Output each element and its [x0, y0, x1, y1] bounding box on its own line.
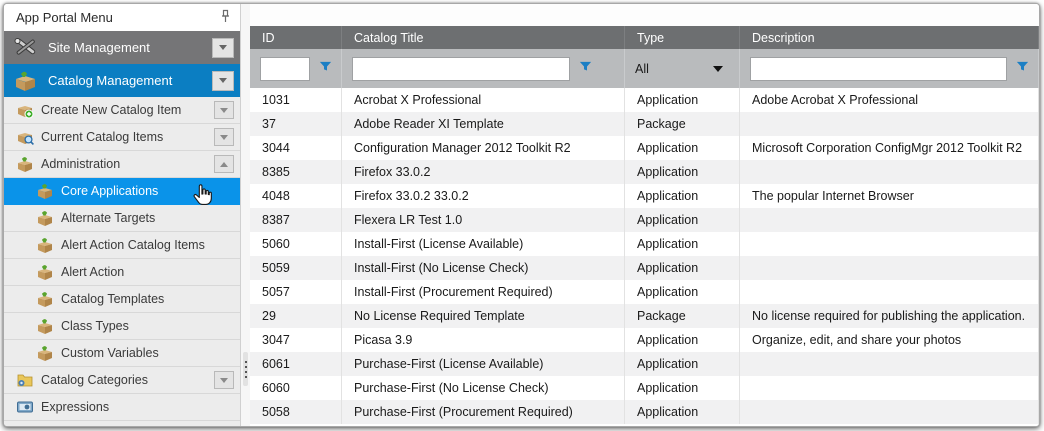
- chevron-down-button[interactable]: [214, 128, 234, 146]
- sidebar-item-label: Custom Variables: [61, 346, 159, 360]
- sidebar-item-workflows[interactable]: Workflows: [4, 421, 240, 427]
- sidebar-item-label: Alert Action: [61, 265, 124, 279]
- table-row[interactable]: 6060Purchase-First (No License Check) Ap…: [250, 376, 1039, 400]
- box-search-icon: [16, 128, 34, 146]
- box-arrow-icon: [16, 155, 34, 173]
- table-top-strip: [250, 4, 1039, 26]
- column-header-description[interactable]: Description: [740, 26, 1039, 49]
- table-header-row: ID Catalog Title Type Description: [250, 26, 1039, 49]
- funnel-icon[interactable]: [1015, 59, 1030, 79]
- column-header-catalog-title[interactable]: Catalog Title: [342, 26, 625, 49]
- sidebar-item-catalog-management[interactable]: Catalog Management: [4, 64, 240, 97]
- type-filter-cell: All: [625, 49, 740, 88]
- table-row[interactable]: 5057Install-First (Procurement Required)…: [250, 280, 1039, 304]
- table-row[interactable]: 5060Install-First (License Available) Ap…: [250, 232, 1039, 256]
- sidebar-item-expressions[interactable]: Expressions: [4, 394, 240, 421]
- box-arrow-icon: [36, 236, 54, 254]
- table-row[interactable]: 5059Install-First (No License Check) App…: [250, 256, 1039, 280]
- type-filter-dropdown[interactable]: All: [635, 62, 731, 76]
- funnel-icon[interactable]: [578, 59, 593, 79]
- sidebar-item-label: Create New Catalog Item: [41, 103, 181, 117]
- table-row[interactable]: 37Adobe Reader XI Template Package: [250, 112, 1039, 136]
- chevron-up-button[interactable]: [214, 155, 234, 173]
- box-arrow-icon: [36, 344, 54, 362]
- table-body: 1031Acrobat X Professional ApplicationAd…: [250, 88, 1039, 426]
- table-row[interactable]: 6061Purchase-First (License Available) A…: [250, 352, 1039, 376]
- table-row[interactable]: 8385Firefox 33.0.2 Application: [250, 160, 1039, 184]
- description-filter-input[interactable]: [750, 57, 1007, 81]
- sidebar-item-label: Expressions: [41, 400, 109, 414]
- id-filter-cell: [250, 49, 342, 88]
- sidebar-item-label: Catalog Templates: [61, 292, 164, 306]
- splitter-grip-icon[interactable]: [243, 352, 248, 386]
- description-filter-cell: [740, 49, 1039, 88]
- sidebar-item-custom-variables[interactable]: Custom Variables: [4, 340, 240, 367]
- sidebar-item-label: Alternate Targets: [61, 211, 155, 225]
- funnel-icon[interactable]: [318, 59, 333, 79]
- sidebar-title-bar: App Portal Menu: [4, 4, 240, 31]
- app-portal-window: App Portal Menu Site Management: [3, 3, 1040, 427]
- column-header-type[interactable]: Type: [625, 26, 740, 49]
- sidebar-item-administration[interactable]: Administration: [4, 151, 240, 178]
- tools-icon: [12, 34, 39, 61]
- table-row[interactable]: 3047Picasa 3.9 ApplicationOrganize, edit…: [250, 328, 1039, 352]
- table-row[interactable]: 8387Flexera LR Test 1.0 Application: [250, 208, 1039, 232]
- chevron-down-button[interactable]: [214, 101, 234, 119]
- table-filter-row: All: [250, 49, 1039, 88]
- box-arrow-icon: [36, 290, 54, 308]
- id-filter-input[interactable]: [260, 57, 310, 81]
- catalog-box-icon: [12, 67, 39, 94]
- cursor-pointer-icon: [189, 181, 219, 211]
- sidebar-item-label: Site Management: [48, 40, 150, 55]
- panel-splitter[interactable]: [241, 4, 250, 426]
- table-row[interactable]: 1031Acrobat X Professional ApplicationAd…: [250, 88, 1039, 112]
- sidebar-item-catalog-categories[interactable]: Catalog Categories: [4, 367, 240, 394]
- sidebar: App Portal Menu Site Management: [4, 4, 241, 426]
- sidebar-item-alert-action-catalog-items[interactable]: Alert Action Catalog Items: [4, 232, 240, 259]
- table-row[interactable]: 5058Purchase-First (Procurement Required…: [250, 400, 1039, 424]
- sidebar-item-class-types[interactable]: Class Types: [4, 313, 240, 340]
- sidebar-item-label: Core Applications: [61, 184, 158, 198]
- sidebar-item-label: Alert Action Catalog Items: [61, 238, 205, 252]
- chevron-down-button[interactable]: [212, 71, 234, 91]
- catalog-table-panel: ID Catalog Title Type Description All: [250, 4, 1039, 426]
- chevron-down-button[interactable]: [212, 38, 234, 58]
- box-arrow-icon: [36, 209, 54, 227]
- box-arrow-icon: [36, 182, 54, 200]
- people-icon: [16, 425, 34, 427]
- sidebar-item-site-management[interactable]: Site Management: [4, 31, 240, 64]
- chevron-down-button[interactable]: [214, 371, 234, 389]
- column-header-id[interactable]: ID: [250, 26, 342, 49]
- monitor-icon: [16, 398, 34, 416]
- type-filter-value: All: [635, 62, 649, 76]
- title-filter-cell: [342, 49, 625, 88]
- title-filter-input[interactable]: [352, 57, 570, 81]
- sidebar-item-label: Catalog Management: [48, 73, 172, 88]
- table-row[interactable]: 3044Configuration Manager 2012 Toolkit R…: [250, 136, 1039, 160]
- sidebar-item-alert-action[interactable]: Alert Action: [4, 259, 240, 286]
- sidebar-item-create-new-catalog-item[interactable]: Create New Catalog Item: [4, 97, 240, 124]
- sidebar-item-label: Administration: [41, 157, 120, 171]
- table-row[interactable]: 4048Firefox 33.0.2 33.0.2 ApplicationThe…: [250, 184, 1039, 208]
- sidebar-item-label: Catalog Categories: [41, 373, 148, 387]
- chevron-down-icon: [713, 66, 723, 72]
- sidebar-title: App Portal Menu: [16, 10, 113, 25]
- sidebar-item-label: Class Types: [61, 319, 129, 333]
- box-arrow-icon: [36, 263, 54, 281]
- sidebar-item-current-catalog-items[interactable]: Current Catalog Items: [4, 124, 240, 151]
- pin-icon[interactable]: [219, 9, 232, 27]
- box-arrow-icon: [36, 317, 54, 335]
- folder-gear-icon: [16, 371, 34, 389]
- sidebar-item-catalog-templates[interactable]: Catalog Templates: [4, 286, 240, 313]
- table-row[interactable]: 29No License Required Template PackageNo…: [250, 304, 1039, 328]
- box-plus-icon: [16, 101, 34, 119]
- sidebar-item-label: Current Catalog Items: [41, 130, 163, 144]
